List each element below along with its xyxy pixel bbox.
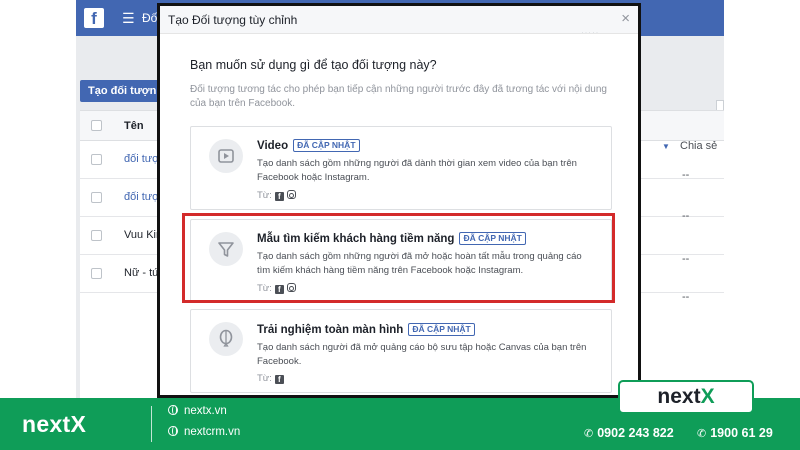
option-source: Từ: f — [257, 190, 296, 201]
option-source: Từ: f — [257, 283, 296, 294]
play-icon — [209, 139, 243, 173]
brand-logo: nextX — [618, 380, 754, 414]
dialog-header: Tạo Đối tượng tùy chỉnh × — [160, 6, 638, 34]
facebook-icon: f — [274, 375, 284, 384]
option-description: Tạo danh sách gồm những người đã dành th… — [257, 158, 577, 183]
breadcrumb: Đố — [142, 11, 158, 25]
instagram-icon — [286, 190, 296, 199]
create-custom-audience-dialog: Tạo Đối tượng tùy chỉnh × · · · · · Bạn … — [157, 3, 641, 398]
facebook-logo-icon[interactable]: f — [84, 8, 104, 28]
row-checkbox[interactable] — [91, 268, 102, 279]
share-value: -- — [682, 291, 690, 303]
row-name[interactable]: Nữ - tứ — [124, 267, 160, 279]
option-description: Tạo danh sách gồm những người đã mở hoặc… — [257, 251, 582, 276]
column-header-share: Chia sẻ — [680, 140, 718, 152]
balloon-icon — [209, 322, 243, 356]
share-value: -- — [682, 253, 690, 265]
instagram-icon — [286, 283, 296, 292]
divider — [151, 406, 152, 442]
funnel-icon — [209, 232, 243, 266]
phone-icon: ✆ — [584, 428, 594, 440]
option-fullscreen-experience[interactable]: Trải nghiệm toàn màn hình ĐÃ CẬP NHẬT Tạo… — [190, 309, 612, 393]
close-icon[interactable]: × — [621, 10, 630, 27]
row-name[interactable]: đối tượ — [124, 153, 159, 165]
website-link[interactable]: nextcrm.vn — [168, 426, 240, 438]
hamburger-menu-icon[interactable]: ☰ — [122, 10, 135, 27]
share-value: -- — [682, 210, 690, 222]
brand-name: nextX — [22, 411, 87, 437]
row-checkbox[interactable] — [91, 230, 102, 241]
updated-badge: ĐÃ CẬP NHẬT — [459, 232, 526, 245]
option-title: Trải nghiệm toàn màn hình ĐÃ CẬP NHẬT — [257, 323, 475, 336]
globe-icon — [168, 426, 178, 436]
option-source: Từ: f — [257, 373, 284, 384]
dialog-title: Tạo Đối tượng tùy chỉnh — [168, 13, 298, 27]
column-header-name: Tên — [124, 120, 144, 132]
dialog-description: Đối tượng tương tác cho phép bạn tiếp cậ… — [190, 84, 607, 109]
scroll-hint: · · · · · — [581, 30, 598, 36]
facebook-icon: f — [274, 192, 284, 201]
row-checkbox[interactable] — [91, 154, 102, 165]
option-title: Mẫu tìm kiếm khách hàng tiềm năng ĐÃ CẬP … — [257, 232, 526, 245]
option-title: Video ĐÃ CẬP NHẬT — [257, 139, 360, 152]
globe-icon — [168, 405, 178, 415]
row-name[interactable]: Vuu Kir — [124, 229, 160, 241]
option-lead-form[interactable]: Mẫu tìm kiếm khách hàng tiềm năng ĐÃ CẬP … — [190, 219, 612, 303]
hotline-number[interactable]: ✆ 1900 61 29 — [697, 426, 773, 440]
row-name[interactable]: đối tượ — [124, 191, 159, 203]
facebook-icon: f — [274, 285, 284, 294]
option-video[interactable]: Video ĐÃ CẬP NHẬT Tạo danh sách gồm những… — [190, 126, 612, 210]
updated-badge: ĐÃ CẬP NHẬT — [408, 323, 475, 336]
option-description: Tạo danh sách người đã mở quảng cáo bộ s… — [257, 342, 587, 367]
updated-badge: ĐÃ CẬP NHẬT — [293, 139, 360, 152]
share-value: -- — [682, 169, 690, 181]
sort-arrow-icon[interactable]: ▼ — [662, 142, 670, 151]
hotline-icon: ✆ — [697, 428, 707, 440]
row-checkbox[interactable] — [91, 192, 102, 203]
select-all-checkbox[interactable] — [91, 120, 102, 131]
create-audience-button[interactable]: Tạo đối tượn — [80, 80, 160, 102]
website-link[interactable]: nextx.vn — [168, 405, 227, 417]
dialog-question: Bạn muốn sử dụng gì để tạo đối tượng này… — [190, 58, 437, 72]
phone-number[interactable]: ✆ 0902 243 822 — [584, 426, 674, 440]
